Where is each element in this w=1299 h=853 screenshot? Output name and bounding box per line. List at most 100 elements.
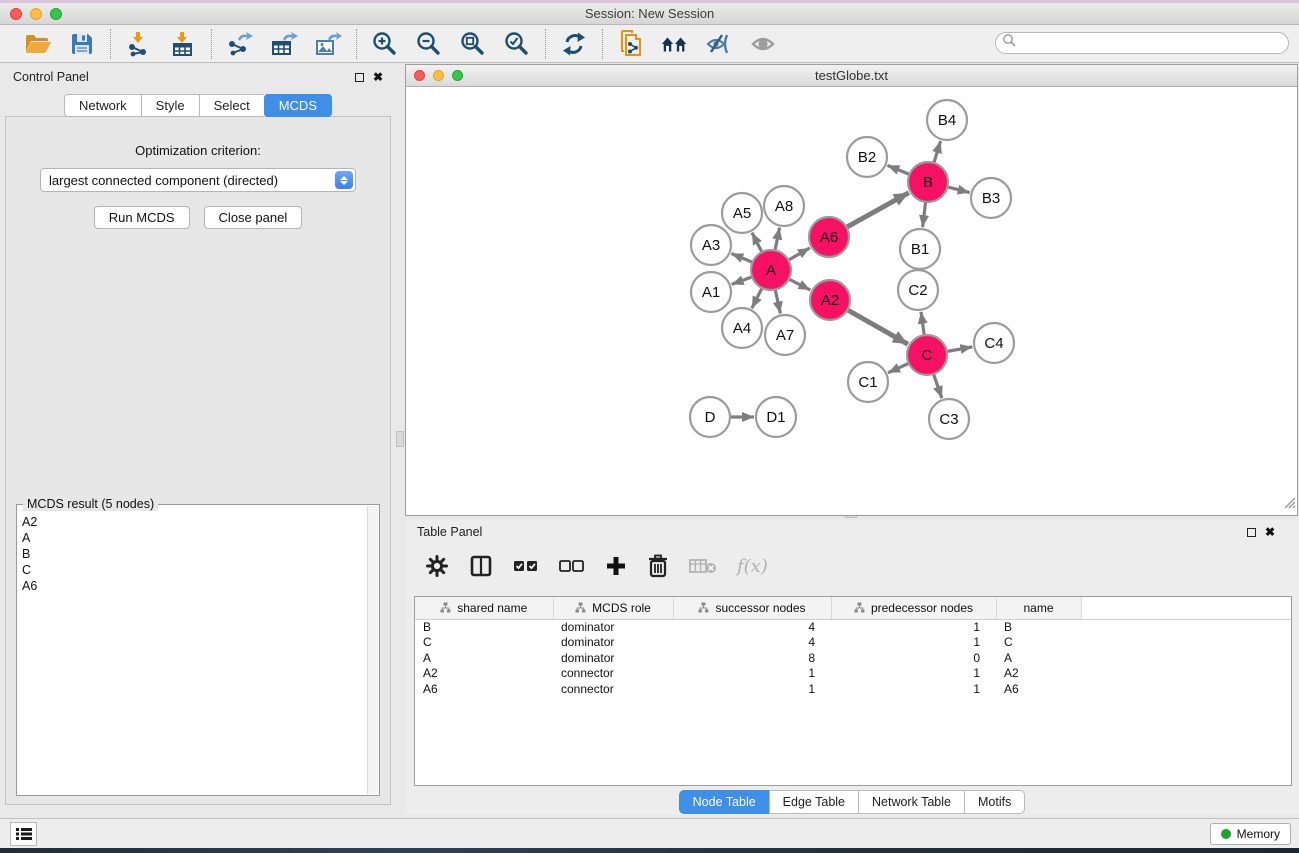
result-item[interactable]: A2 — [18, 514, 367, 530]
first-neighbors-icon[interactable] — [660, 29, 690, 59]
table-row[interactable]: Bdominator41B — [415, 619, 1291, 635]
export-image-icon[interactable] — [313, 29, 343, 59]
result-item[interactable]: A6 — [18, 578, 367, 594]
search-icon — [1002, 33, 1017, 53]
node-C3[interactable]: C3 — [929, 399, 969, 439]
search-field[interactable] — [995, 32, 1289, 54]
column-header-shared-name[interactable]: shared name — [415, 597, 553, 619]
node-B2[interactable]: B2 — [847, 137, 887, 177]
resize-grip-icon[interactable] — [1282, 495, 1296, 514]
node-B[interactable]: B — [908, 162, 948, 202]
zoom-fit-icon[interactable] — [458, 29, 488, 59]
svg-text:A5: A5 — [733, 205, 751, 222]
column-header-successor-nodes[interactable]: successor nodes — [673, 597, 831, 619]
network-window-titlebar[interactable]: testGlobe.txt — [406, 65, 1297, 87]
table-row[interactable]: A6connector11A6 — [415, 681, 1291, 697]
zoom-in-icon[interactable] — [370, 29, 400, 59]
zoom-out-icon[interactable] — [414, 29, 444, 59]
column-type-icon — [440, 602, 451, 613]
main-titlebar[interactable]: Session: New Session — [0, 3, 1299, 25]
zoom-selected-icon[interactable] — [502, 29, 532, 59]
show-column-icon[interactable] — [469, 552, 493, 580]
node-A5[interactable]: A5 — [722, 193, 762, 233]
table-row[interactable]: Adominator80A — [415, 650, 1291, 666]
node-C[interactable]: C — [907, 335, 947, 375]
result-item[interactable]: C — [18, 562, 367, 578]
open-file-icon[interactable] — [23, 29, 53, 59]
application-window: Session: New Session — [0, 0, 1299, 853]
deselect-all-checkboxes-icon[interactable] — [559, 552, 585, 580]
tab-edge-table[interactable]: Edge Table — [769, 790, 858, 814]
node-D[interactable]: D — [690, 397, 730, 437]
float-panel-icon[interactable] — [355, 73, 364, 82]
result-scrollbar[interactable] — [367, 506, 378, 794]
hide-selected-eye-slash-icon[interactable] — [704, 29, 734, 59]
status-bar: Memory — [0, 818, 1299, 848]
network-canvas[interactable]: A A1 A2 A3 A4 A5 A6 A7 A8 B B1 B2 B3 B4 C C1 C2 C3C4 D D1 — [406, 87, 1297, 515]
import-network-icon[interactable] — [124, 29, 154, 59]
float-table-panel-icon[interactable] — [1247, 528, 1256, 537]
memory-button[interactable]: Memory — [1210, 823, 1291, 845]
node-B1[interactable]: B1 — [900, 229, 940, 269]
node-A6[interactable]: A6 — [809, 217, 849, 257]
search-input[interactable] — [1017, 36, 1288, 50]
close-table-panel-icon[interactable]: ✖ — [1265, 527, 1275, 537]
column-settings-gear-icon[interactable] — [425, 552, 449, 580]
create-new-column-plus-icon[interactable] — [605, 552, 627, 580]
close-panel-button[interactable]: Close panel — [204, 206, 303, 229]
node-A[interactable]: A — [751, 250, 791, 290]
delete-table-icon[interactable] — [689, 552, 717, 580]
tab-mcds[interactable]: MCDS — [264, 94, 332, 117]
svg-text:A1: A1 — [702, 284, 720, 301]
run-mcds-button[interactable]: Run MCDS — [94, 206, 190, 229]
table-row[interactable]: Cdominator41C — [415, 635, 1291, 651]
node-C4[interactable]: C4 — [974, 323, 1014, 363]
import-table-icon[interactable] — [168, 29, 198, 59]
close-panel-icon[interactable]: ✖ — [373, 72, 383, 82]
result-item[interactable]: A — [18, 530, 367, 546]
tab-network[interactable]: Network — [64, 94, 141, 117]
node-A2[interactable]: A2 — [810, 280, 850, 320]
export-table-icon[interactable] — [269, 29, 299, 59]
mcds-result-list[interactable]: A2ABCA6 — [18, 506, 367, 794]
column-header-mcds-role[interactable]: MCDS role — [553, 597, 673, 619]
tab-network-table[interactable]: Network Table — [858, 790, 964, 814]
network-view-window[interactable]: testGlobe.txt A A1 A2 A3 A4 A5 A6 A7 A8 B B1 B2 B3 B4… — [405, 64, 1298, 516]
node-D1[interactable]: D1 — [756, 397, 796, 437]
select-all-checkboxes-icon[interactable] — [513, 552, 539, 580]
node-B3[interactable]: B3 — [971, 178, 1011, 218]
node-C2[interactable]: C2 — [898, 270, 938, 310]
node-A1[interactable]: A1 — [691, 272, 731, 312]
result-item[interactable]: B — [18, 546, 367, 562]
apply-layout-refresh-icon[interactable] — [559, 29, 589, 59]
export-network-icon[interactable] — [225, 29, 255, 59]
tab-motifs[interactable]: Motifs — [964, 790, 1025, 814]
function-builder-icon[interactable]: f(x) — [737, 552, 768, 580]
node-A8[interactable]: A8 — [764, 186, 804, 226]
criterion-select[interactable]: largest connected component (directed) — [40, 168, 356, 192]
svg-text:A7: A7 — [776, 327, 794, 344]
task-history-button[interactable] — [10, 822, 37, 846]
node-A3[interactable]: A3 — [691, 225, 731, 265]
node-A4[interactable]: A4 — [722, 308, 762, 348]
node-B4[interactable]: B4 — [927, 100, 967, 140]
svg-text:B4: B4 — [938, 112, 956, 129]
new-network-from-selection-icon[interactable] — [616, 29, 646, 59]
svg-text:B: B — [923, 174, 933, 191]
tab-node-table[interactable]: Node Table — [679, 790, 769, 814]
tab-style[interactable]: Style — [141, 94, 199, 117]
svg-text:B1: B1 — [911, 241, 929, 258]
delete-columns-trash-icon[interactable] — [647, 552, 669, 580]
save-session-icon[interactable] — [67, 29, 97, 59]
vertical-splitter-handle[interactable] — [396, 431, 404, 447]
column-header-name[interactable]: name — [996, 597, 1081, 619]
svg-text:A8: A8 — [775, 198, 793, 215]
show-all-eye-icon[interactable] — [748, 29, 778, 59]
node-A7[interactable]: A7 — [765, 315, 805, 355]
svg-text:A4: A4 — [733, 320, 751, 337]
tab-select[interactable]: Select — [199, 94, 264, 117]
column-header-predecessor-nodes[interactable]: predecessor nodes — [831, 597, 996, 619]
node-table[interactable]: shared name MCDS role successor nodes pr… — [414, 596, 1292, 786]
node-C1[interactable]: C1 — [848, 362, 888, 402]
table-row[interactable]: A2connector11A2 — [415, 666, 1291, 682]
